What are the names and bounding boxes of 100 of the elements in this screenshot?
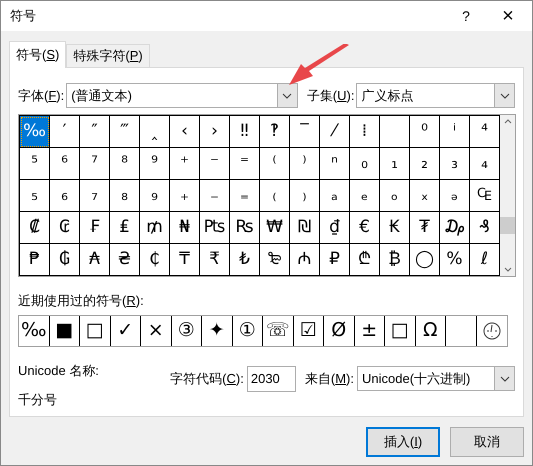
symbol-cell[interactable]: ₹ <box>200 244 230 276</box>
symbol-cell[interactable]: ₉ <box>140 180 170 212</box>
symbol-cell[interactable]: ₔ <box>440 180 470 212</box>
symbol-cell[interactable]: ₱ <box>20 244 50 276</box>
symbol-cell[interactable]: ₂ <box>410 148 440 180</box>
symbol-cell[interactable]: ⁿ <box>320 148 350 180</box>
dialog-button[interactable]: 插入(I) <box>366 427 440 457</box>
window-title: 符号 <box>10 7 37 26</box>
clock-icon <box>482 322 501 340</box>
symbol-cell[interactable]: ₃ <box>440 148 470 180</box>
symbol-cell[interactable]: ₺ <box>230 244 260 276</box>
symbol-cell[interactable]: ₼ <box>290 244 320 276</box>
symbol-cell[interactable]: ₍ <box>260 180 290 212</box>
symbol-cell[interactable]: ₋ <box>200 180 230 212</box>
scrollbar[interactable] <box>500 115 515 276</box>
symbol-cell[interactable]: ‼ <box>230 116 260 148</box>
symbol-cell[interactable]: ‴ <box>110 116 140 148</box>
symbol-cell[interactable]: ₿ <box>380 244 410 276</box>
symbol-cell[interactable]: ⁄ <box>320 116 350 148</box>
symbol-cell[interactable]: ⁽ <box>260 148 290 180</box>
symbol-cell[interactable]: ₡ <box>20 212 50 244</box>
symbol-cell[interactable]: ₽ <box>320 244 350 276</box>
symbol-cell[interactable]: ₈ <box>110 180 140 212</box>
symbol-cell[interactable]: % <box>440 244 470 276</box>
char-code-field[interactable]: 2030 <box>246 366 296 392</box>
symbol-cell[interactable]: ⁼ <box>230 148 260 180</box>
scroll-up-icon[interactable] <box>504 119 512 124</box>
symbol-cell[interactable]: ₎ <box>290 180 320 212</box>
symbol-cell[interactable]: ′ <box>50 116 80 148</box>
symbol-cell[interactable]: ₭ <box>380 212 410 244</box>
symbol-cell[interactable]: ‽ <box>260 116 290 148</box>
scroll-down-icon[interactable] <box>504 267 512 272</box>
symbol-cell[interactable]: ₻ <box>260 244 290 276</box>
symbol-cell[interactable]: ₯ <box>440 212 470 244</box>
symbol-cell[interactable]: ₩ <box>260 212 290 244</box>
symbol-cell[interactable]: ₒ <box>380 180 410 212</box>
symbol-cell[interactable] <box>380 116 410 148</box>
symbol-cell[interactable]: ₥ <box>140 212 170 244</box>
help-button[interactable]: ? <box>451 6 481 26</box>
symbol-cell[interactable]: ⁻ <box>200 148 230 180</box>
symbol-cell[interactable]: ₫ <box>320 212 350 244</box>
symbol-cell[interactable]: ₪ <box>290 212 320 244</box>
symbol-cell[interactable]: ₣ <box>80 212 110 244</box>
caret-icon <box>500 376 510 382</box>
symbol-cell[interactable]: ‹ <box>170 116 200 148</box>
symbol-cell[interactable]: ⁸ <box>110 148 140 180</box>
symbol-cell[interactable]: ⁺ <box>170 148 200 180</box>
close-button[interactable]: × <box>493 6 523 26</box>
symbol-cell[interactable]: ⁵ <box>20 148 50 180</box>
symbol-cell[interactable]: ₦ <box>170 212 200 244</box>
symbol-cell[interactable]: ″ <box>80 116 110 148</box>
symbol-cell[interactable]: ₵ <box>140 244 170 276</box>
symbol-cell[interactable]: ₮ <box>410 212 440 244</box>
symbol-cell[interactable]: ◯ <box>410 244 440 276</box>
caret-icon <box>282 92 292 98</box>
unicode-name-label: Unicode 名称: <box>18 362 100 380</box>
unicode-name-value: 千分号 <box>18 391 58 409</box>
symbol-cell[interactable]: ₅ <box>20 180 50 212</box>
symbol-cell[interactable]: ₾ <box>350 244 380 276</box>
symbol-cell[interactable]: ₁ <box>380 148 410 180</box>
char-code-label: 字符代码(C): <box>170 370 244 388</box>
symbol-cell[interactable]: ‾ <box>290 116 320 148</box>
symbol-cell[interactable]: ₑ <box>350 180 380 212</box>
symbol-cell[interactable]: ₧ <box>200 212 230 244</box>
symbol-cell[interactable]: ⁾ <box>290 148 320 180</box>
symbol-cell[interactable]: ⁷ <box>80 148 110 180</box>
font-dropdown[interactable]: (普通文本) <box>66 83 298 108</box>
symbol-cell[interactable]: € <box>350 212 380 244</box>
symbol-cell[interactable]: ⁹ <box>140 148 170 180</box>
symbol-cell[interactable]: ₆ <box>50 180 80 212</box>
from-dropdown[interactable]: Unicode(十六进制) <box>357 366 515 391</box>
symbol-cell[interactable]: ⁞ <box>350 116 380 148</box>
symbol-cell[interactable]: ₀ <box>350 148 380 180</box>
symbol-cell[interactable]: ₇ <box>80 180 110 212</box>
symbol-cell[interactable]: ₤ <box>110 212 140 244</box>
symbol-cell[interactable]: ₨ <box>230 212 260 244</box>
arrow-annotation <box>287 44 351 86</box>
symbol-cell[interactable]: ₲ <box>50 244 80 276</box>
symbol-cell[interactable]: ₳ <box>80 244 110 276</box>
caret-icon <box>500 92 510 98</box>
symbol-cell[interactable]: ⁰ <box>410 116 440 148</box>
symbol-cell[interactable]: ₴ <box>110 244 140 276</box>
tab[interactable]: 特殊字符(P) <box>66 44 150 67</box>
tab[interactable]: 符号(S) <box>9 41 66 68</box>
recent-symbols-label: 近期使用过的符号(R): <box>18 292 145 310</box>
symbol-cell[interactable]: ⁶ <box>50 148 80 180</box>
dialog-button[interactable]: 取消 <box>450 427 524 457</box>
symbol-cell[interactable]: ₌ <box>230 180 260 212</box>
font-label: 字体(F): <box>18 86 64 105</box>
symbol-cell[interactable]: ₊ <box>170 180 200 212</box>
scroll-thumb[interactable] <box>500 217 515 234</box>
symbol-cell[interactable]: › <box>200 116 230 148</box>
subset-dropdown[interactable]: 广义标点 <box>356 83 515 108</box>
symbol-cell[interactable]: ‰ <box>20 116 50 148</box>
symbol-cell[interactable]: ₓ <box>410 180 440 212</box>
symbol-cell[interactable]: ₸ <box>170 244 200 276</box>
symbol-cell[interactable]: ‸ <box>140 116 170 148</box>
symbol-cell[interactable]: ⁱ <box>440 116 470 148</box>
symbol-cell[interactable]: ₢ <box>50 212 80 244</box>
symbol-cell[interactable]: ₐ <box>320 180 350 212</box>
